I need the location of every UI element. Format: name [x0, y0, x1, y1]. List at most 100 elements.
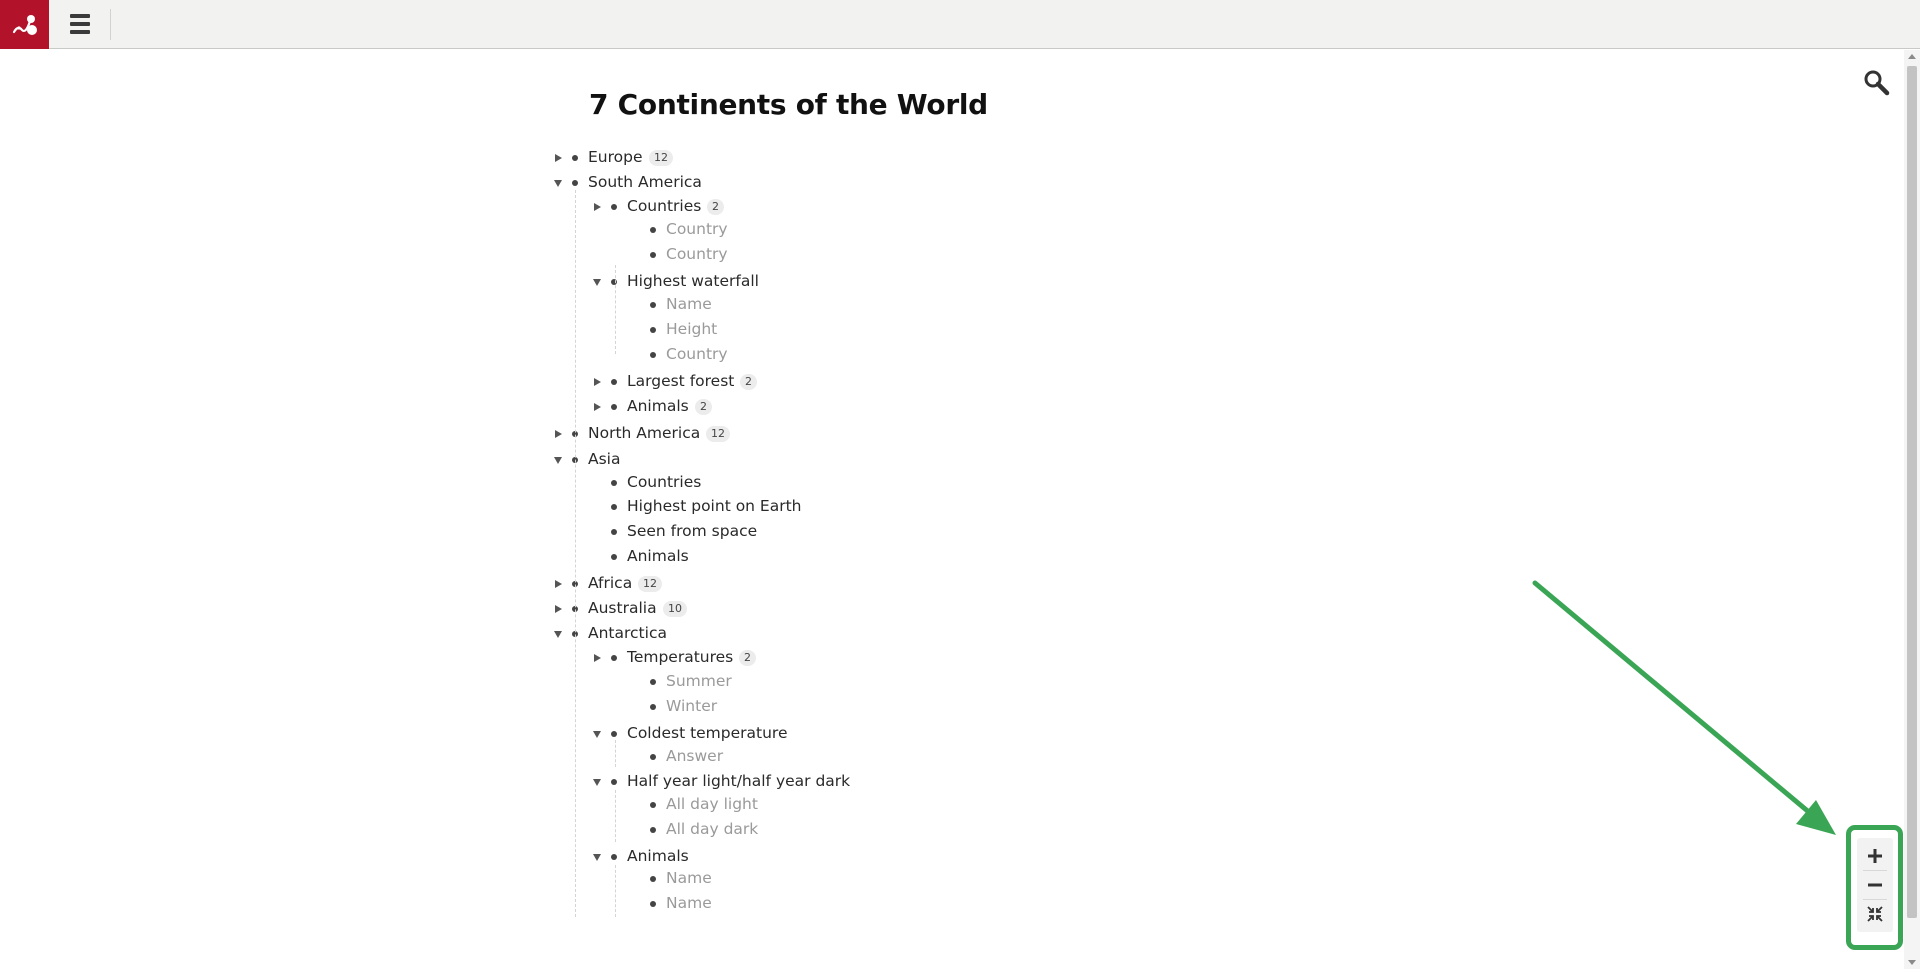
outline-item: Europe 12 [0, 146, 673, 170]
outline-item-label[interactable]: All day light [666, 795, 758, 813]
annotation-highlight-box [1846, 825, 1903, 950]
outline-item-label[interactable]: Countries [627, 473, 701, 491]
expanded-triangle-icon[interactable] [551, 453, 565, 467]
outline-item-label[interactable]: Height [666, 320, 717, 338]
bullet-icon[interactable] [650, 876, 656, 882]
bullet-icon[interactable] [572, 180, 578, 186]
outline-item: Highest waterfall [0, 270, 759, 294]
collapsed-triangle-icon[interactable] [590, 651, 604, 665]
outline-item-label[interactable]: Countries [627, 197, 701, 215]
bullet-icon[interactable] [650, 679, 656, 685]
outline-item-label[interactable]: Europe [588, 148, 643, 166]
outline-item: South America [0, 171, 702, 195]
bullet-icon[interactable] [611, 854, 617, 860]
outline-item: Country [0, 343, 728, 367]
outline-item-label[interactable]: Australia [588, 599, 657, 617]
expanded-triangle-icon[interactable] [590, 775, 604, 789]
bullet-icon[interactable] [611, 731, 617, 737]
outline-item: Australia 10 [0, 597, 687, 621]
outline-item-label[interactable]: Africa [588, 574, 632, 592]
bullet-icon[interactable] [650, 827, 656, 833]
outline-item-label[interactable]: Country [666, 345, 728, 363]
bullet-icon[interactable] [611, 279, 617, 285]
outline-item-label[interactable]: Antarctica [588, 624, 667, 642]
outline-item-label[interactable]: South America [588, 173, 702, 191]
outline-item-label[interactable]: Asia [588, 450, 620, 468]
bullet-icon[interactable] [611, 504, 617, 510]
bullet-icon[interactable] [611, 554, 617, 560]
outline-item-label[interactable]: Seen from space [627, 522, 757, 540]
expanded-triangle-icon[interactable] [590, 275, 604, 289]
search-icon[interactable] [1862, 68, 1892, 98]
outline-item: Asia [0, 448, 620, 472]
outline-item: Country [0, 243, 728, 267]
outline-item-label[interactable]: Temperatures [627, 648, 733, 666]
collapsed-triangle-icon[interactable] [590, 200, 604, 214]
bullet-icon[interactable] [650, 704, 656, 710]
outline-item-label[interactable]: Winter [666, 697, 717, 715]
outline-item: North America 12 [0, 422, 730, 446]
bullet-icon[interactable] [650, 252, 656, 258]
scroll-up-arrow-icon[interactable] [1908, 54, 1916, 59]
outline-item-label[interactable]: Animals [627, 397, 689, 415]
collapsed-triangle-icon[interactable] [551, 577, 565, 591]
outline-item-label[interactable]: North America [588, 424, 700, 442]
bullet-icon[interactable] [650, 802, 656, 808]
outline-item: Height [0, 318, 717, 342]
outline-item-label[interactable]: Name [666, 869, 712, 887]
outline-item-label[interactable]: Country [666, 220, 728, 238]
tree-guide-line [615, 790, 616, 842]
bullet-icon[interactable] [650, 901, 656, 907]
expanded-triangle-icon[interactable] [590, 850, 604, 864]
expanded-triangle-icon[interactable] [551, 176, 565, 190]
collapsed-triangle-icon[interactable] [590, 375, 604, 389]
outline-item-label[interactable]: Answer [666, 747, 723, 765]
outline-item-label[interactable]: Highest waterfall [627, 272, 759, 290]
collapsed-triangle-icon[interactable] [590, 400, 604, 414]
outline-item-label[interactable]: Animals [627, 847, 689, 865]
child-count-badge: 2 [739, 650, 756, 666]
outline-item: Coldest temperature [0, 722, 788, 746]
outline-item-label[interactable]: Highest point on Earth [627, 497, 802, 515]
bullet-icon[interactable] [572, 155, 578, 161]
document-title[interactable]: 7 Continents of the World [589, 88, 988, 121]
outline-item-label[interactable]: Half year light/half year dark [627, 772, 850, 790]
bullet-icon[interactable] [650, 754, 656, 760]
child-count-badge: 10 [663, 601, 687, 617]
bullet-icon[interactable] [611, 655, 617, 661]
outline-item-label[interactable]: Summer [666, 672, 732, 690]
collapsed-triangle-icon[interactable] [551, 427, 565, 441]
bullet-icon[interactable] [611, 779, 617, 785]
outline-item-label[interactable]: Largest forest [627, 372, 734, 390]
outline-item: All day light [0, 793, 758, 817]
vertical-scrollbar[interactable] [1904, 50, 1920, 969]
bullet-icon[interactable] [650, 327, 656, 333]
bullet-icon[interactable] [611, 379, 617, 385]
outline-item-label[interactable]: Coldest temperature [627, 724, 788, 742]
annotation-arrow-icon [1532, 580, 1836, 835]
outline-item: Countries [0, 471, 701, 495]
outline-item: Country [0, 218, 728, 242]
expanded-triangle-icon[interactable] [590, 727, 604, 741]
collapsed-triangle-icon[interactable] [551, 151, 565, 165]
scrollbar-thumb[interactable] [1907, 66, 1917, 918]
bullet-icon[interactable] [611, 529, 617, 535]
bullet-icon[interactable] [650, 227, 656, 233]
outline-item-label[interactable]: Name [666, 894, 712, 912]
outline-item-label[interactable]: Country [666, 245, 728, 263]
outline-item-label[interactable]: All day dark [666, 820, 758, 838]
bullet-icon[interactable] [611, 404, 617, 410]
outline-item-label[interactable]: Name [666, 295, 712, 313]
child-count-badge: 2 [695, 399, 712, 415]
collapsed-triangle-icon[interactable] [551, 602, 565, 616]
bullet-icon[interactable] [611, 204, 617, 210]
child-count-badge: 12 [649, 150, 673, 166]
expanded-triangle-icon[interactable] [551, 627, 565, 641]
bullet-icon[interactable] [650, 352, 656, 358]
scroll-down-arrow-icon[interactable] [1908, 960, 1916, 965]
outline-item-label[interactable]: Animals [627, 547, 689, 565]
outline-item: Animals [0, 545, 689, 569]
child-count-badge: 2 [707, 199, 724, 215]
bullet-icon[interactable] [650, 302, 656, 308]
bullet-icon[interactable] [611, 480, 617, 486]
